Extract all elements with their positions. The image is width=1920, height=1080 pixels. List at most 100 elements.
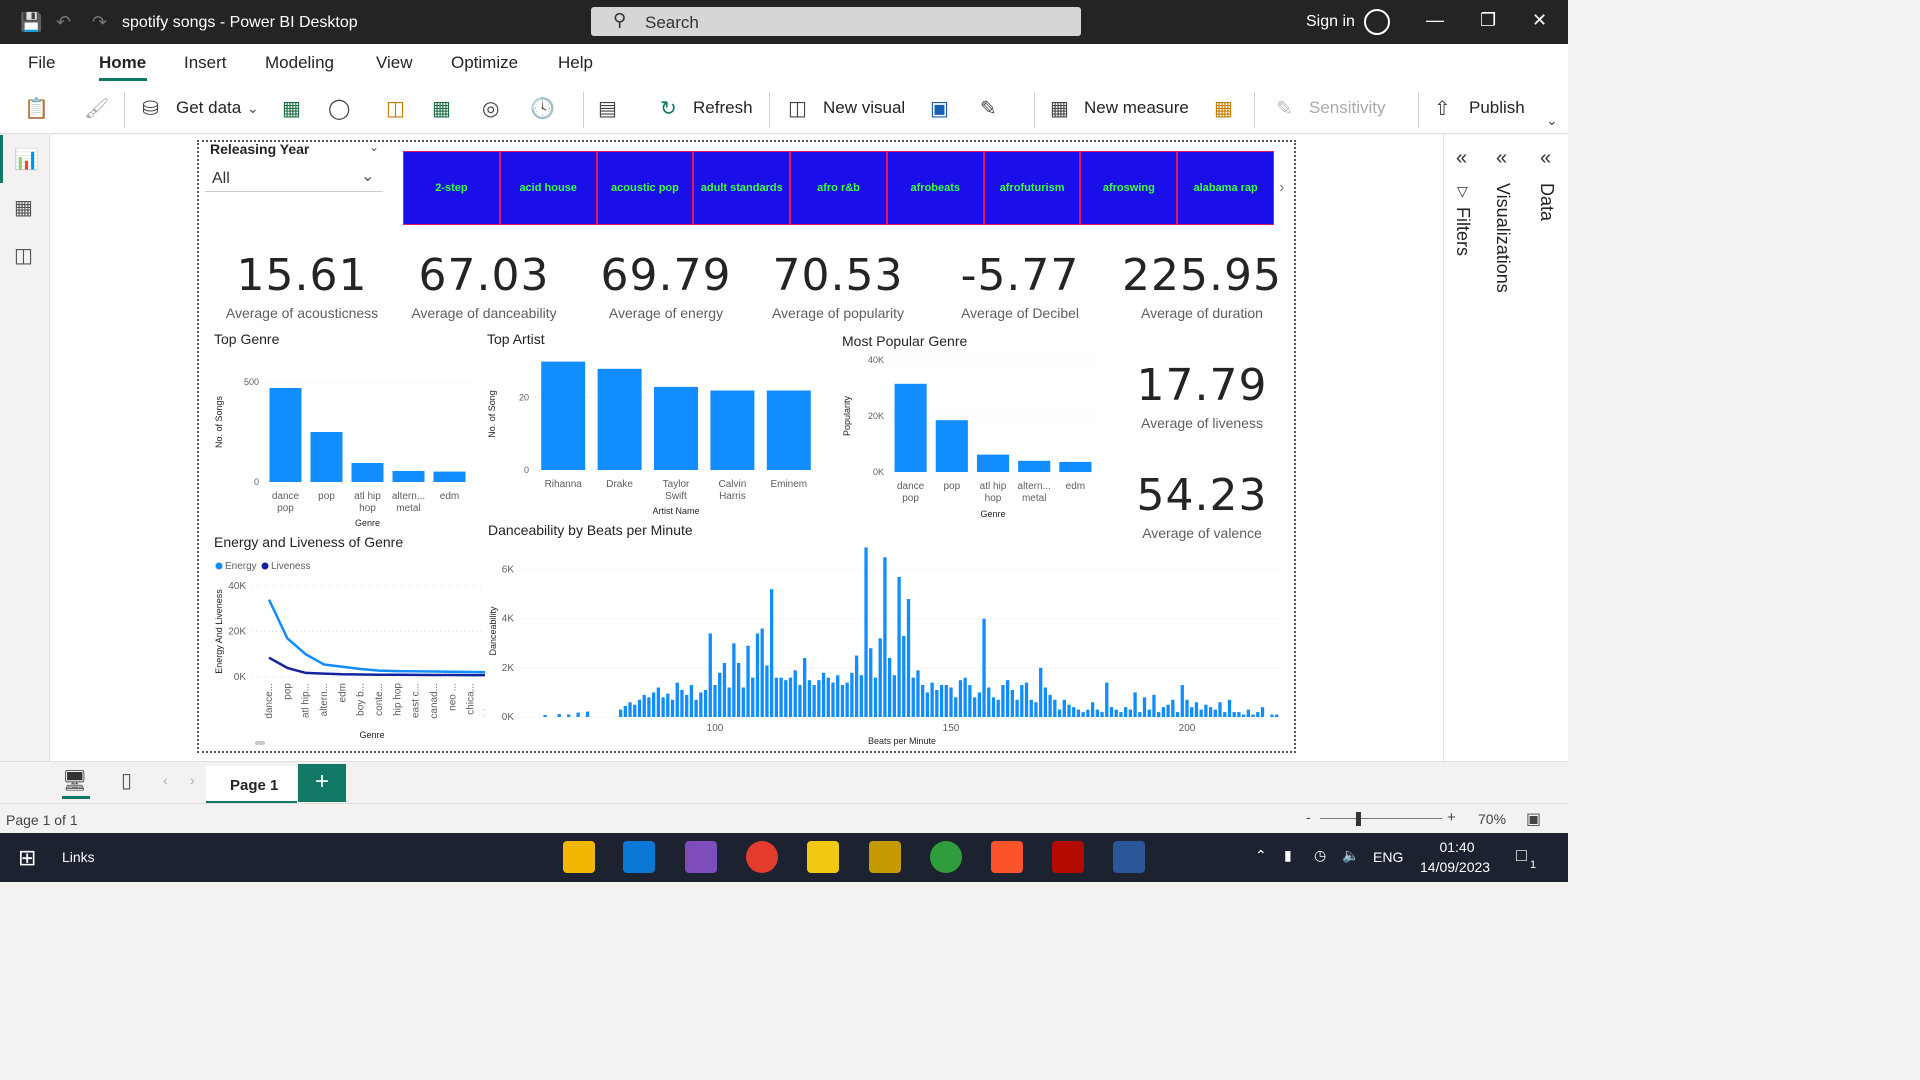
language-indicator[interactable]: ENG [1373, 849, 1403, 865]
filters-pane-label[interactable]: Filters [1452, 207, 1473, 256]
chrome-icon[interactable] [746, 841, 778, 873]
page-tab[interactable]: Page 1 [206, 766, 297, 804]
x-tick-label: conte... [374, 683, 385, 716]
zoom-slider[interactable] [1320, 818, 1442, 819]
battery-icon[interactable]: ▮ [1284, 847, 1292, 864]
sign-in-button[interactable]: Sign in [1306, 13, 1355, 31]
restore-icon[interactable]: ❐ [1480, 10, 1496, 31]
tab-modeling[interactable]: Modeling [265, 53, 334, 73]
releasing-year-dropdown[interactable]: All ⌄ [205, 164, 383, 192]
notifications-icon[interactable]: □ [1516, 845, 1527, 866]
new-visual-button[interactable]: New visual [823, 98, 905, 118]
powerbi-icon[interactable] [807, 841, 839, 873]
fit-to-page-icon[interactable]: ▣ [1526, 809, 1541, 829]
excel-icon[interactable]: ▦ [282, 96, 301, 121]
publish-button[interactable]: Publish [1469, 98, 1525, 118]
refresh-button[interactable]: Refresh [693, 98, 753, 118]
acrobat-icon[interactable] [1052, 841, 1084, 873]
desktop-layout-icon[interactable]: 🖥 [62, 768, 87, 793]
get-data-button[interactable]: Get data [176, 98, 241, 118]
chevron-down-icon[interactable]: ⌄ [247, 100, 259, 117]
genre-tile[interactable]: afroswing [1080, 151, 1178, 225]
clock-time[interactable]: 01:40 [1430, 839, 1484, 855]
bar [1039, 667, 1043, 717]
prev-page-icon[interactable]: ‹ [163, 772, 168, 788]
collapse-filters-icon[interactable]: « [1456, 147, 1467, 170]
bar [954, 697, 958, 717]
filter-icon: ▽ [1457, 183, 1468, 199]
table-view-icon[interactable]: ▦ [14, 195, 33, 220]
new-measure-button[interactable]: New measure [1084, 98, 1189, 118]
data-pane-label[interactable]: Data [1536, 183, 1557, 221]
zoom-out-button[interactable]: - [1306, 809, 1311, 825]
quick-measure-icon[interactable]: ▦ [1214, 96, 1233, 121]
recent-sources-icon[interactable]: 🕓 [530, 96, 555, 121]
wifi-icon[interactable]: ◷ [1314, 847, 1326, 864]
collapse-data-icon[interactable]: « [1540, 147, 1551, 170]
genre-tile[interactable]: acid house [499, 151, 597, 225]
paste-icon[interactable]: 📋 [24, 96, 49, 121]
show-hidden-icons-icon[interactable]: ⌃ [1255, 847, 1267, 864]
tab-insert[interactable]: Insert [184, 53, 227, 73]
bar [779, 677, 783, 717]
ribbon-divider [769, 92, 770, 128]
vscode-icon[interactable] [623, 841, 655, 873]
onelake-icon[interactable]: ◯ [328, 96, 350, 121]
clock-date[interactable]: 14/09/2023 [1420, 859, 1490, 875]
collapse-visualizations-icon[interactable]: « [1496, 147, 1507, 170]
more-visuals-icon[interactable]: ✎ [980, 96, 997, 121]
tab-home[interactable]: Home [99, 53, 146, 73]
minimize-icon[interactable]: — [1426, 10, 1444, 31]
word-icon[interactable] [1113, 841, 1145, 873]
enter-data-icon[interactable]: ▦ [432, 96, 451, 121]
ribbon-collapse-icon[interactable]: ⌄ [1546, 112, 1558, 129]
transform-data-icon[interactable]: ▤ [598, 96, 617, 121]
links-toolbar[interactable]: Links [62, 849, 95, 865]
genre-tile[interactable]: acoustic pop [596, 151, 694, 225]
genre-tile[interactable]: afro r&b [790, 151, 887, 225]
tab-file[interactable]: File [28, 53, 55, 73]
model-view-icon[interactable]: ◫ [14, 243, 33, 268]
window-title: spotify songs - Power BI Desktop [122, 14, 358, 31]
excel-tool-icon[interactable] [869, 841, 901, 873]
genre-tile[interactable]: alabama rap [1177, 151, 1275, 225]
bar [1001, 685, 1005, 717]
bar [944, 685, 948, 717]
chevron-right-icon[interactable]: › [1279, 179, 1284, 197]
dataverse-icon[interactable]: ◎ [482, 96, 499, 121]
search-input[interactable]: ⚲ Search [591, 7, 1081, 36]
bar [897, 576, 901, 717]
close-icon[interactable]: ✕ [1532, 10, 1547, 31]
undo-icon[interactable]: ↶ [56, 12, 71, 33]
slicer-options-icon[interactable]: ⌄ [369, 140, 379, 154]
visualizations-pane-label[interactable]: Visualizations [1492, 183, 1513, 293]
report-view-icon[interactable]: 📊 [14, 147, 39, 172]
add-page-button[interactable]: + [298, 764, 346, 802]
sensitivity-button[interactable]: Sensitivity [1309, 98, 1386, 118]
genre-tile[interactable]: afrofuturism [983, 151, 1081, 225]
x-tick-label: Drake [606, 479, 633, 490]
app-icon[interactable] [930, 841, 962, 873]
file-explorer-icon[interactable] [563, 841, 595, 873]
redo-icon[interactable]: ↷ [92, 12, 107, 33]
volume-icon[interactable]: 🔈 [1342, 847, 1359, 864]
genre-tile[interactable]: afrobeats [886, 151, 984, 225]
windows-start-icon[interactable]: ⊞ [18, 845, 36, 871]
zoom-slider-handle[interactable] [1356, 812, 1361, 826]
genre-tile[interactable]: 2-step [403, 151, 500, 225]
format-painter-icon[interactable]: 🖌 [84, 96, 109, 121]
zoom-in-button[interactable]: + [1447, 809, 1456, 826]
brave-icon[interactable] [991, 841, 1023, 873]
sql-icon[interactable]: ◫ [386, 96, 405, 121]
save-icon[interactable]: 💾 [20, 12, 42, 33]
text-box-icon[interactable]: ▣ [930, 96, 949, 121]
tab-help[interactable]: Help [558, 53, 593, 73]
tab-view[interactable]: View [376, 53, 413, 73]
tab-optimize[interactable]: Optimize [451, 53, 518, 73]
next-page-icon[interactable]: › [190, 772, 195, 788]
visual-studio-icon[interactable] [685, 841, 717, 873]
mobile-layout-icon[interactable]: ▯ [121, 768, 132, 793]
bar [713, 685, 717, 717]
avatar-icon[interactable] [1364, 9, 1390, 35]
genre-tile[interactable]: adult standards [693, 151, 791, 225]
